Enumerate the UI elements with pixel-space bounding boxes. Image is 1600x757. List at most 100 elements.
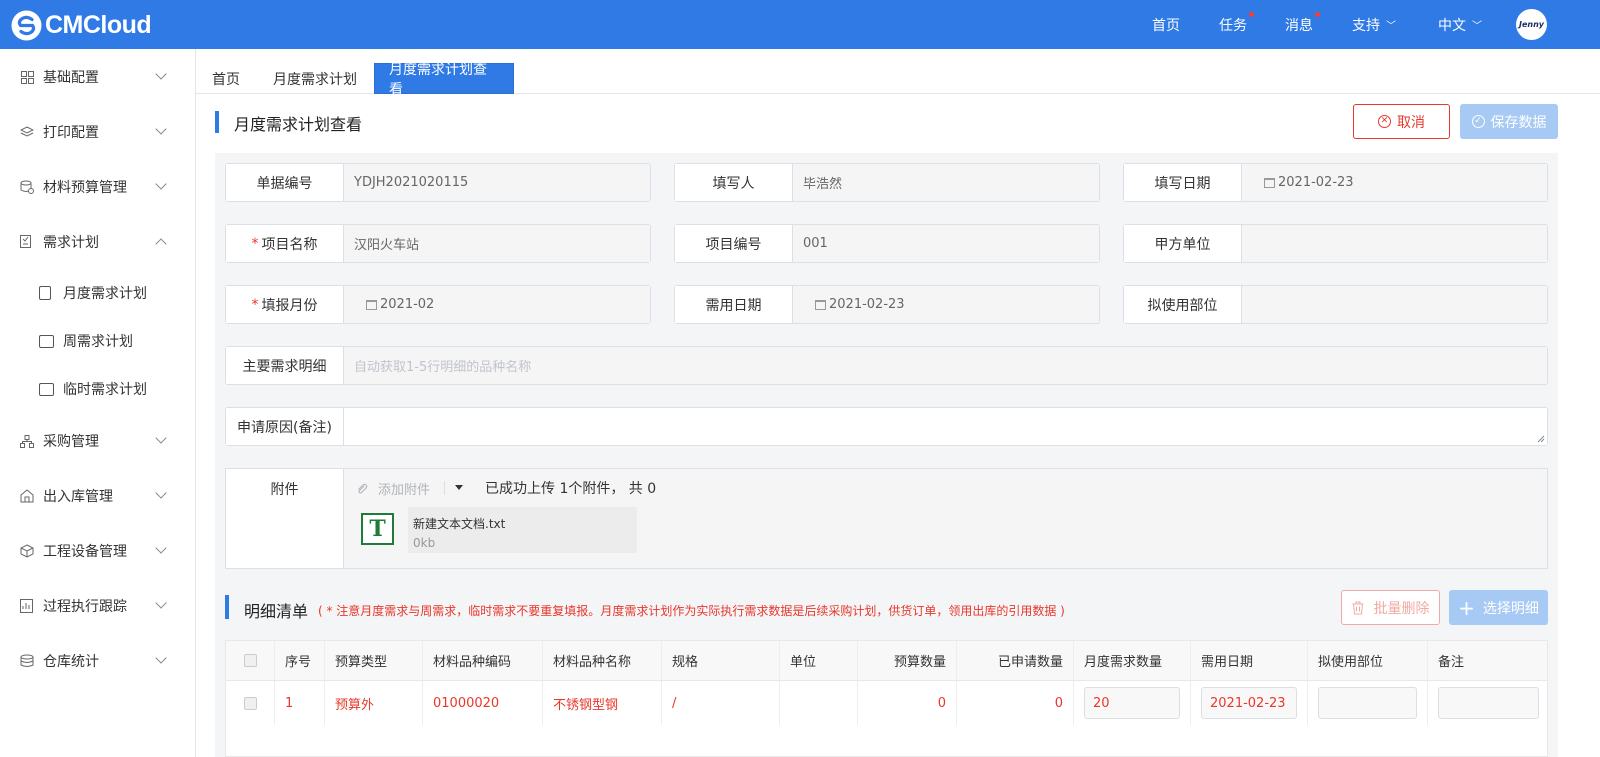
nav-tasks[interactable]: 任务 (1219, 0, 1254, 49)
doc-no-input[interactable]: YDJH2021020115 (344, 164, 650, 201)
fill-date-value: 2021-02-23 (1278, 175, 1354, 190)
main-detail-input[interactable]: 自动获取1-5行明细的品种名称 (344, 347, 1547, 384)
org-chart-icon (20, 434, 34, 448)
document-icon (39, 286, 51, 300)
sidebar-subitem-label: 临时需求计划 (63, 382, 147, 398)
avatar[interactable]: Jenny (1516, 9, 1547, 40)
sidebar-item-label: 材料预算管理 (43, 180, 127, 196)
detail-table: 序号 预算类型 材料品种编码 材料品种名称 规格 单位 预算数量 已申请数量 月… (225, 640, 1548, 757)
title-accent-bar (215, 111, 219, 133)
field-label: 申请原因(备注) (226, 408, 344, 445)
nav-messages-text: 消息 (1285, 17, 1313, 34)
check-circle-icon: ✓ (1471, 115, 1485, 128)
file-card[interactable]: T 新建文本文档.txt 0kb (356, 507, 637, 553)
cell-month-qty: 20 (1074, 681, 1191, 725)
tab-monthly-plan[interactable]: 月度需求计划 (259, 63, 371, 94)
database-icon (20, 180, 34, 194)
sidebar-item-print-config[interactable]: 打印配置 (0, 112, 196, 152)
trash-icon (1352, 601, 1363, 614)
sidebar-item-inout[interactable]: 出入库管理 (0, 476, 196, 516)
nav-messages-label: 消息 (1285, 11, 1320, 35)
party-a-input[interactable] (1242, 225, 1547, 262)
chevron-down-icon: ﹀ (1386, 21, 1396, 32)
column-header: 月度需求数量 (1074, 641, 1191, 680)
page-title: 月度需求计划查看 (234, 115, 363, 134)
logo[interactable]: CMCloud (10, 8, 152, 42)
file-icon-letter: T (369, 516, 386, 542)
calendar-icon (39, 334, 54, 348)
field-label: 项目编号 (675, 225, 793, 262)
field-label: * 项目名称 (226, 225, 344, 262)
field-doc-no: 单据编号 YDJH2021020115 (225, 163, 651, 202)
tab-monthly-plan-view[interactable]: 月度需求计划查看 (374, 62, 514, 98)
need-date-input[interactable]: 2021-02-23 (1201, 687, 1297, 719)
sidebar-item-label: 仓库统计 (43, 654, 99, 670)
warehouse-icon (20, 489, 34, 503)
remark-input[interactable] (1438, 687, 1539, 719)
sidebar-item-label: 出入库管理 (43, 489, 113, 505)
sidebar-item-tracking[interactable]: 过程执行跟踪 (0, 586, 196, 626)
add-attachment-label: 添加附件 (378, 483, 431, 498)
add-attachment-button[interactable]: 添加附件 (356, 479, 430, 498)
caret-down-icon[interactable] (455, 485, 463, 490)
field-project-name: * 项目名称 汉阳火车站 (225, 224, 651, 263)
column-header: 材料品种名称 (543, 641, 662, 680)
table-header: 序号 预算类型 材料品种编码 材料品种名称 规格 单位 预算数量 已申请数量 月… (226, 641, 1547, 681)
column-header: 备注 (1438, 655, 1465, 670)
use-part-input[interactable] (1242, 286, 1547, 323)
sidebar-subitem-weekly[interactable]: 周需求计划 (0, 321, 196, 361)
nav-support[interactable]: 支持 ﹀ (1352, 0, 1396, 49)
nav-tasks-label: 任务 (1219, 11, 1254, 35)
tab-label: 月度需求计划 (273, 71, 357, 88)
nav-language[interactable]: 中文 ﹀ (1438, 0, 1482, 49)
need-date-input[interactable]: 2021-02-23 (793, 286, 1099, 323)
fill-date-input[interactable]: 2021-02-23 (1242, 164, 1547, 201)
cancel-button[interactable]: ✕ 取消 (1353, 104, 1450, 139)
chevron-down-icon (155, 432, 167, 444)
select-detail-button[interactable]: + 选择明细 (1449, 590, 1548, 625)
column-header: 拟使用部位 (1308, 641, 1428, 680)
sidebar-item-purchase[interactable]: 采购管理 (0, 421, 196, 461)
tab-home[interactable]: 首页 (198, 63, 254, 94)
sidebar-item-equipment[interactable]: 工程设备管理 (0, 531, 196, 571)
chevron-down-icon (155, 542, 167, 554)
resize-handle-icon[interactable] (1537, 435, 1545, 443)
month-qty-input[interactable]: 20 (1084, 687, 1180, 719)
sidebar-item-demand-plan[interactable]: 需求计划 (0, 222, 196, 262)
project-name-input[interactable]: 汉阳火车站 (344, 225, 650, 262)
filler-input[interactable]: 毕浩然 (793, 164, 1099, 201)
form-area: 单据编号 YDJH2021020115 填写人 毕浩然 填写日期 2021-02… (215, 153, 1558, 757)
notification-dot (1315, 11, 1320, 17)
nav-messages[interactable]: 消息 (1285, 0, 1320, 49)
sidebar: 基础配置 打印配置 材料预算管理 需求计划 月度需求计划 周需求计划 临时需求计… (0, 49, 196, 757)
column-header: 序号 (275, 641, 325, 680)
sidebar-item-warehouse-stats[interactable]: 仓库统计 (0, 641, 196, 681)
row-checkbox[interactable] (243, 696, 257, 710)
file-name: 新建文本文档.txt (413, 517, 506, 531)
project-no-input[interactable]: 001 (793, 225, 1099, 262)
need-date-value: 2021-02-23 (829, 297, 905, 312)
sidebar-subitem-temporary[interactable]: 临时需求计划 (0, 369, 196, 409)
use-part-input[interactable] (1318, 687, 1417, 719)
cell-name: 不锈钢型钢 (543, 681, 662, 725)
nav-home[interactable]: 首页 (1152, 0, 1180, 49)
required-mark: * (251, 235, 259, 252)
detail-accent-bar (225, 595, 229, 619)
field-filler: 填写人 毕浩然 (674, 163, 1100, 202)
calendar-icon (1264, 177, 1275, 188)
chevron-down-icon: ﹀ (1472, 21, 1482, 32)
sidebar-item-basic-config[interactable]: 基础配置 (0, 57, 196, 97)
reason-textarea[interactable] (344, 408, 1547, 445)
chevron-down-icon (155, 123, 167, 135)
detail-title: 明细清单 (244, 602, 309, 621)
save-data-button[interactable]: ✓ 保存数据 (1460, 104, 1558, 139)
field-report-month: * 填报月份 2021-02 (225, 285, 651, 324)
sidebar-item-budget[interactable]: 材料预算管理 (0, 167, 196, 207)
logo-text: CMCloud (45, 10, 152, 39)
sidebar-subitem-monthly[interactable]: 月度需求计划 (0, 273, 196, 313)
cell-remark (1428, 681, 1547, 725)
column-header: 预算类型 (325, 641, 423, 680)
report-month-input[interactable]: 2021-02 (344, 286, 650, 323)
batch-delete-button[interactable]: 批量删除 (1341, 590, 1440, 625)
select-all-checkbox[interactable] (243, 654, 257, 667)
